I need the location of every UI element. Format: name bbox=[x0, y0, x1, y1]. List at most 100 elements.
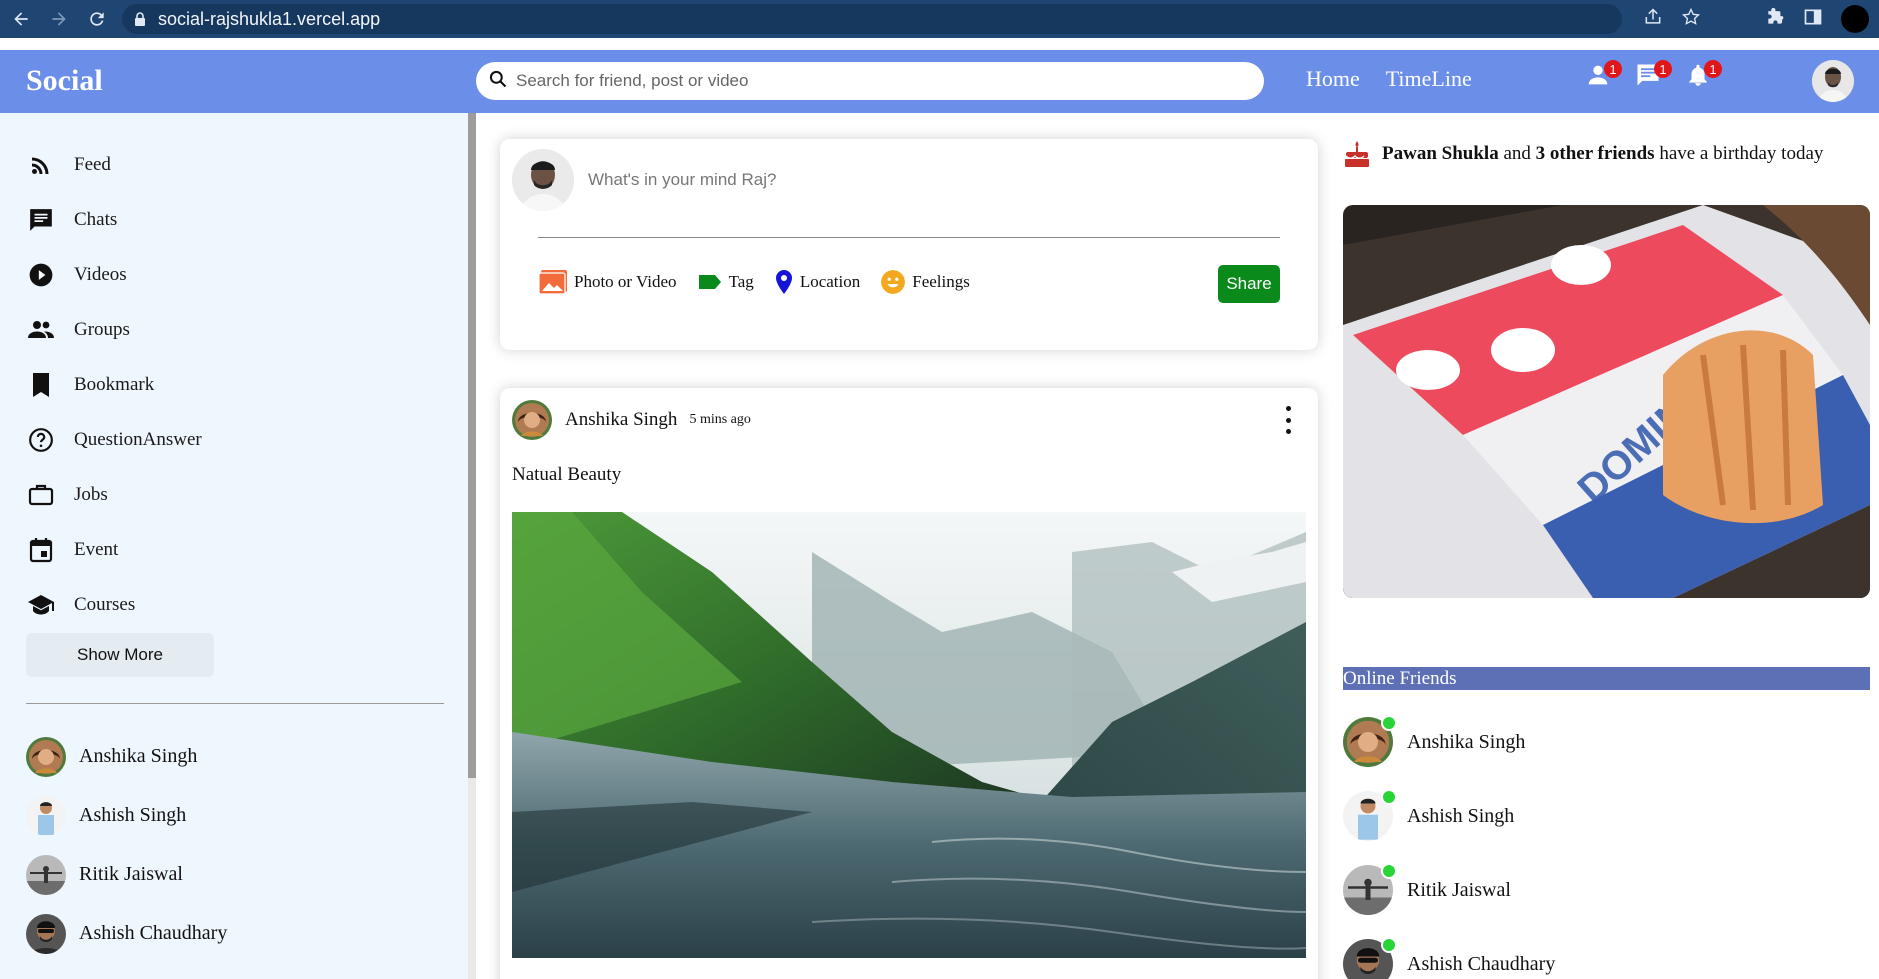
location-option[interactable]: Location bbox=[774, 269, 860, 295]
online-friends-list: Anshika Singh Ashish Singh Ritik Jaiswal… bbox=[1343, 705, 1555, 979]
tag-label: Tag bbox=[728, 272, 754, 291]
photo-icon bbox=[538, 269, 568, 295]
feelings-option[interactable]: Feelings bbox=[880, 269, 970, 295]
friend-name: Ritik Jaiswal bbox=[79, 863, 183, 885]
post-text: Natual Beauty bbox=[512, 464, 622, 485]
location-label: Location bbox=[799, 272, 861, 291]
sidebar-item-groups[interactable]: Groups bbox=[26, 302, 202, 357]
briefcase-icon bbox=[26, 480, 56, 510]
messages-button[interactable]: 1 bbox=[1634, 60, 1672, 94]
show-more-button[interactable]: Show More bbox=[26, 633, 214, 677]
notifications-badge: 1 bbox=[1704, 60, 1722, 78]
star-icon[interactable] bbox=[1681, 7, 1701, 32]
sidebar-item-feed[interactable]: Feed bbox=[26, 137, 202, 192]
notifications-button[interactable]: 1 bbox=[1684, 60, 1722, 94]
share-card: Photo or Video Tag Location Feelings Sha… bbox=[500, 139, 1318, 350]
online-friend-item[interactable]: Ashish Singh bbox=[1343, 779, 1555, 853]
forward-icon[interactable] bbox=[42, 4, 76, 34]
post-author[interactable]: Anshika Singh bbox=[565, 409, 677, 431]
friend-item[interactable]: Ashish Chaudhary bbox=[26, 904, 227, 963]
birthday-name: Pawan Shukla bbox=[1382, 143, 1499, 164]
post-time: 5 mins ago bbox=[689, 412, 751, 427]
play-circle-icon bbox=[26, 260, 56, 290]
online-status-dot bbox=[1381, 715, 1397, 731]
search-input[interactable] bbox=[516, 71, 1216, 91]
sidebar-item-courses[interactable]: Courses bbox=[26, 577, 202, 632]
online-friend-item[interactable]: Ashish Chaudhary bbox=[1343, 927, 1555, 979]
address-bar[interactable]: social-rajshukla1.vercel.app bbox=[122, 4, 1622, 34]
sidebar-item-label: Feed bbox=[74, 153, 111, 175]
ad-image[interactable]: DOMINO bbox=[1343, 205, 1870, 598]
online-friend-name: Ashish Singh bbox=[1407, 804, 1515, 827]
group-icon bbox=[26, 315, 56, 345]
tag-option[interactable]: Tag bbox=[697, 272, 754, 292]
feelings-label: Feelings bbox=[912, 272, 970, 291]
sidebar-item-bookmark[interactable]: Bookmark bbox=[26, 357, 202, 412]
profile-avatar[interactable] bbox=[1812, 60, 1854, 102]
timeline-link[interactable]: TimeLine bbox=[1386, 66, 1472, 92]
side-panel-icon[interactable] bbox=[1803, 7, 1823, 32]
more-vert-icon[interactable] bbox=[1280, 406, 1296, 434]
sidebar-item-jobs[interactable]: Jobs bbox=[26, 467, 202, 522]
friend-requests-badge: 1 bbox=[1604, 60, 1622, 78]
sidebar-item-label: Videos bbox=[74, 263, 127, 285]
avatar[interactable] bbox=[512, 400, 552, 440]
sidebar-scrollbar-thumb[interactable] bbox=[468, 113, 476, 778]
friend-item[interactable]: Ritik Jaiswal bbox=[26, 845, 227, 904]
online-status-dot bbox=[1381, 863, 1397, 879]
sidebar-item-label: Chats bbox=[74, 208, 118, 230]
friend-item[interactable]: Anshika Singh bbox=[26, 727, 227, 786]
sidebar-item-chats[interactable]: Chats bbox=[26, 192, 202, 247]
online-friends-title: Online Friends bbox=[1343, 667, 1870, 690]
extensions-icon[interactable] bbox=[1765, 7, 1785, 32]
smiley-icon bbox=[880, 269, 906, 295]
home-link[interactable]: Home bbox=[1306, 66, 1360, 92]
friend-name: Anshika Singh bbox=[79, 745, 198, 767]
search-icon bbox=[488, 69, 508, 94]
post-card: Anshika Singh 5 mins ago Natual Beauty bbox=[500, 388, 1318, 979]
avatar bbox=[26, 913, 66, 954]
sidebar-divider bbox=[26, 703, 444, 704]
sidebar-item-label: QuestionAnswer bbox=[74, 428, 202, 450]
left-sidebar: Feed Chats Videos Groups Bookmark Questi… bbox=[0, 113, 468, 979]
reload-icon[interactable] bbox=[80, 4, 114, 34]
share-button[interactable]: Share bbox=[1218, 265, 1280, 303]
browser-profile-avatar[interactable] bbox=[1841, 5, 1869, 33]
share-page-icon[interactable] bbox=[1643, 7, 1663, 32]
sidebar-item-label: Event bbox=[74, 538, 119, 560]
back-icon[interactable] bbox=[4, 4, 38, 34]
online-friend-item[interactable]: Ritik Jaiswal bbox=[1343, 853, 1555, 927]
avatar bbox=[26, 854, 66, 895]
address-text: social-rajshukla1.vercel.app bbox=[158, 8, 381, 29]
cake-icon bbox=[1344, 140, 1370, 168]
friend-list: Anshika Singh Ashish Singh Ritik Jaiswal… bbox=[26, 727, 227, 963]
help-circle-icon bbox=[26, 425, 56, 455]
online-friend-name: Ritik Jaiswal bbox=[1407, 878, 1511, 901]
tag-icon bbox=[697, 273, 723, 291]
messages-badge: 1 bbox=[1654, 60, 1672, 78]
sidebar-item-videos[interactable]: Videos bbox=[26, 247, 202, 302]
school-icon bbox=[26, 590, 56, 620]
avatar bbox=[512, 149, 574, 211]
friend-item[interactable]: Ashish Singh bbox=[26, 786, 227, 845]
photo-video-option[interactable]: Photo or Video bbox=[538, 269, 677, 295]
sidebar-item-event[interactable]: Event bbox=[26, 522, 202, 577]
lock-icon bbox=[134, 12, 146, 26]
birthday-notice: Pawan Shukla and 3 other friends have a … bbox=[1344, 140, 1823, 168]
online-status-dot bbox=[1381, 937, 1397, 953]
post-image bbox=[512, 512, 1306, 958]
post-input[interactable] bbox=[588, 170, 1228, 190]
photo-video-label: Photo or Video bbox=[574, 272, 677, 291]
avatar bbox=[26, 795, 66, 836]
friend-requests-button[interactable]: 1 bbox=[1584, 60, 1622, 94]
app-logo[interactable]: Social bbox=[26, 64, 103, 98]
sidebar-item-label: Jobs bbox=[74, 483, 108, 505]
online-friend-item[interactable]: Anshika Singh bbox=[1343, 705, 1555, 779]
sidebar-item-questionanswer[interactable]: QuestionAnswer bbox=[26, 412, 202, 467]
birthday-and: and bbox=[1498, 143, 1536, 164]
browser-toolbar: social-rajshukla1.vercel.app bbox=[0, 0, 1879, 38]
friend-name: Ashish Singh bbox=[79, 804, 187, 826]
online-friend-name: Ashish Chaudhary bbox=[1407, 952, 1556, 975]
app-topbar: Social Home TimeLine 1 1 1 bbox=[0, 50, 1879, 113]
share-divider bbox=[538, 237, 1280, 238]
